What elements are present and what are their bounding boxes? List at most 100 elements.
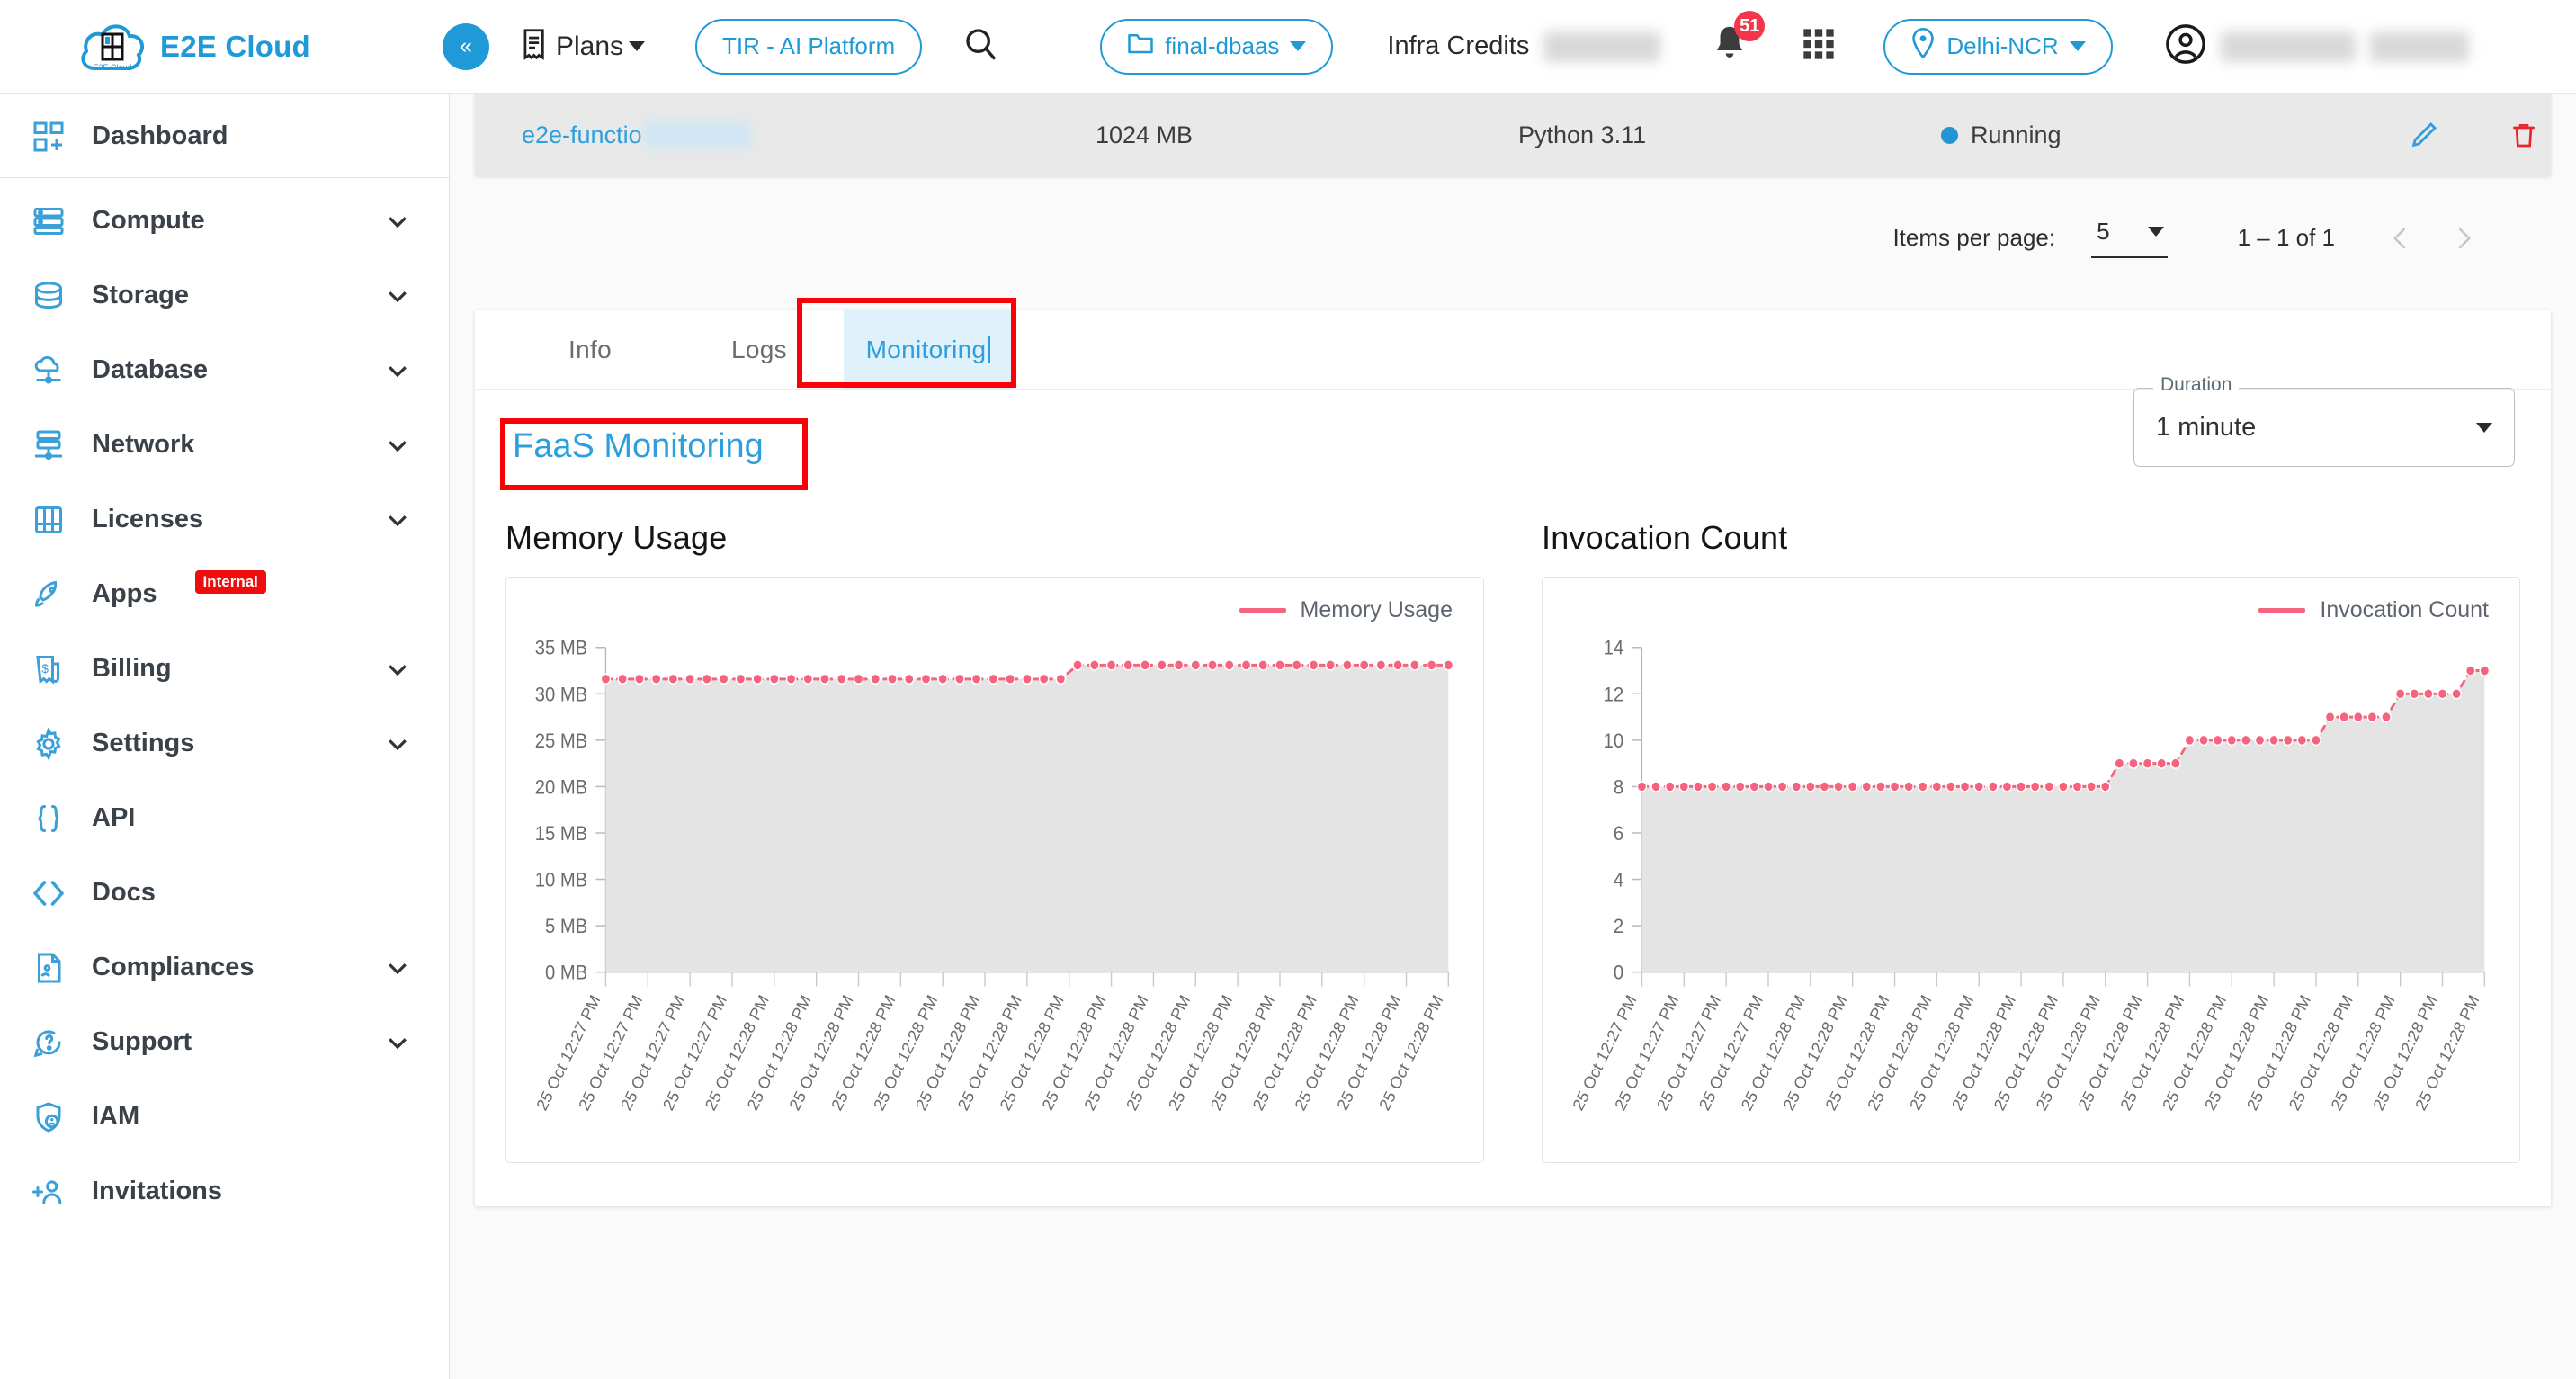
tab-monitoring[interactable]: Monitoring	[844, 310, 1013, 389]
duration-select-box[interactable]: 1 minute	[2133, 388, 2515, 467]
sidebar-item-label: Database	[92, 355, 208, 384]
network-icon	[29, 429, 68, 461]
svg-text:35 MB: 35 MB	[535, 638, 587, 659]
chevron-down-icon	[2069, 41, 2086, 51]
paginator: Items per page: 5 1 – 1 of 1	[450, 176, 2576, 258]
sidebar-item-billing[interactable]: $ Billing	[0, 631, 449, 706]
database-icon	[29, 280, 68, 312]
svg-text:0: 0	[1614, 963, 1623, 984]
svg-text:30 MB: 30 MB	[535, 685, 587, 706]
avatar	[2165, 23, 2206, 69]
sidebar-item-support[interactable]: Support	[0, 1005, 449, 1079]
previous-page-button[interactable]	[2387, 223, 2414, 254]
sidebar-item-label: Billing	[92, 654, 172, 683]
brand[interactable]: E2E Cloud E2E Cloud	[0, 16, 450, 77]
notifications-button[interactable]: 51	[1711, 11, 1766, 69]
tab-label: Logs	[731, 335, 787, 363]
svg-text:$: $	[41, 661, 49, 675]
sidebar-item-label: Storage	[92, 281, 189, 309]
search-button[interactable]	[956, 22, 1006, 72]
edit-button[interactable]	[2409, 120, 2439, 150]
tir-ai-platform-button[interactable]: TIR - AI Platform	[695, 18, 923, 75]
sidebar-item-compliances[interactable]: Compliances	[0, 930, 449, 1005]
user-account-menu[interactable]	[2165, 23, 2469, 69]
page-title: FaaS Monitoring	[513, 427, 764, 465]
chevron-down-icon[interactable]	[384, 656, 411, 683]
status-dot-icon	[1941, 126, 1958, 144]
svg-text:15 MB: 15 MB	[535, 823, 587, 845]
sidebar-item-dashboard[interactable]: Dashboard	[0, 99, 449, 174]
sidebar-item-storage[interactable]: Storage	[0, 258, 449, 333]
sidebar-item-licenses[interactable]: Licenses	[0, 482, 449, 557]
next-page-button[interactable]	[2450, 223, 2477, 254]
body: Dashboard Compute Storage Database Netwo…	[0, 94, 2576, 1379]
apps-grid-button[interactable]	[1801, 26, 1837, 67]
svg-text:10 MB: 10 MB	[535, 870, 587, 891]
project-name: final-dbaas	[1165, 32, 1280, 59]
sidebar-item-compute[interactable]: Compute	[0, 184, 449, 258]
chevron-down-icon[interactable]	[384, 357, 411, 384]
delete-button[interactable]	[2509, 120, 2538, 150]
chevron-down-icon[interactable]	[384, 730, 411, 757]
tir-label: TIR - AI Platform	[722, 32, 896, 59]
sidebar-item-api[interactable]: API	[0, 781, 449, 855]
duration-select[interactable]: 1 minute Duration	[2133, 374, 2515, 467]
plans-menu[interactable]: Plans	[520, 28, 646, 65]
tab-info[interactable]: Info	[505, 310, 675, 389]
items-per-page-select[interactable]: 5	[2091, 218, 2168, 258]
sidebar-item-label: Network	[92, 430, 195, 459]
sidebar-item-label: Invitations	[92, 1177, 223, 1205]
function-name-link[interactable]: e2e-functio	[475, 121, 1096, 149]
cloud-db-icon	[29, 354, 68, 387]
items-per-page-value: 5	[2097, 218, 2110, 245]
sidebar-item-label: Apps	[92, 579, 157, 608]
shield-user-icon	[29, 1101, 68, 1133]
infra-credits: Infra Credits	[1387, 31, 1661, 62]
sidebar-item-apps[interactable]: Apps Internal	[0, 557, 449, 631]
chevron-down-icon	[1290, 41, 1307, 51]
panel-body: FaaS Monitoring 1 minute Duration Memory…	[475, 374, 2551, 1206]
sidebar-item-database[interactable]: Database	[0, 333, 449, 407]
sidebar-item-network[interactable]: Network	[0, 407, 449, 482]
search-icon	[963, 26, 999, 67]
server-icon	[29, 205, 68, 237]
svg-text:25 MB: 25 MB	[535, 730, 587, 752]
svg-text:10: 10	[1604, 730, 1624, 752]
sidebar-item-settings[interactable]: Settings	[0, 706, 449, 781]
svg-text:5 MB: 5 MB	[545, 916, 587, 937]
sidebar-item-label: Support	[92, 1027, 192, 1056]
sidebar-item-label: Licenses	[92, 505, 204, 533]
memory-usage-plot: 0 MB5 MB10 MB15 MB20 MB25 MB30 MB35 MB25…	[533, 638, 1454, 1114]
invocation-count-chart-block: Invocation Count Invocation Count 024681…	[1542, 519, 2520, 1163]
app-root: E2E Cloud E2E Cloud « Plans TIR - AI Pla…	[0, 0, 2576, 1379]
page-range-label: 1 – 1 of 1	[2237, 224, 2335, 251]
memory-usage-chart: Memory Usage 0 MB 5 MB 10 MB 15 MB 20 MB 25 M…	[505, 577, 1484, 1163]
sidebar-item-label: API	[92, 803, 136, 832]
table-row[interactable]: e2e-functio 1024 MB Python 3.11 Running	[475, 94, 2551, 176]
project-selector[interactable]: final-dbaas	[1100, 18, 1334, 75]
infra-credits-value-redacted	[1543, 31, 1661, 62]
notification-badge: 51	[1734, 11, 1766, 41]
sidebar-item-docs[interactable]: Docs	[0, 855, 449, 930]
chevron-down-icon[interactable]	[384, 1029, 411, 1056]
svg-text:12: 12	[1604, 685, 1624, 706]
svg-text:6: 6	[1614, 823, 1623, 845]
row-actions	[2409, 120, 2551, 150]
chevron-down-icon[interactable]	[384, 954, 411, 981]
sidebar-item-invitations[interactable]: Invitations	[0, 1154, 449, 1229]
sidebar: Dashboard Compute Storage Database Netwo…	[0, 94, 450, 1379]
chevron-down-icon[interactable]	[384, 432, 411, 459]
infra-credits-label: Infra Credits	[1387, 31, 1530, 60]
sidebar-item-label: IAM	[92, 1102, 140, 1131]
plans-label: Plans	[556, 31, 624, 61]
tab-logs[interactable]: Logs	[675, 310, 844, 389]
sidebar-item-iam[interactable]: IAM	[0, 1079, 449, 1154]
region-selector[interactable]: Delhi-NCR	[1883, 18, 2113, 75]
region-name: Delhi-NCR	[1946, 32, 2059, 59]
chevron-down-icon[interactable]	[384, 506, 411, 533]
chevron-down-icon[interactable]	[384, 282, 411, 309]
tab-label: Monitoring	[865, 335, 987, 363]
chevron-down-icon[interactable]	[384, 208, 411, 235]
tab-label: Info	[568, 335, 612, 363]
sidebar-collapse-button[interactable]: «	[443, 22, 489, 70]
